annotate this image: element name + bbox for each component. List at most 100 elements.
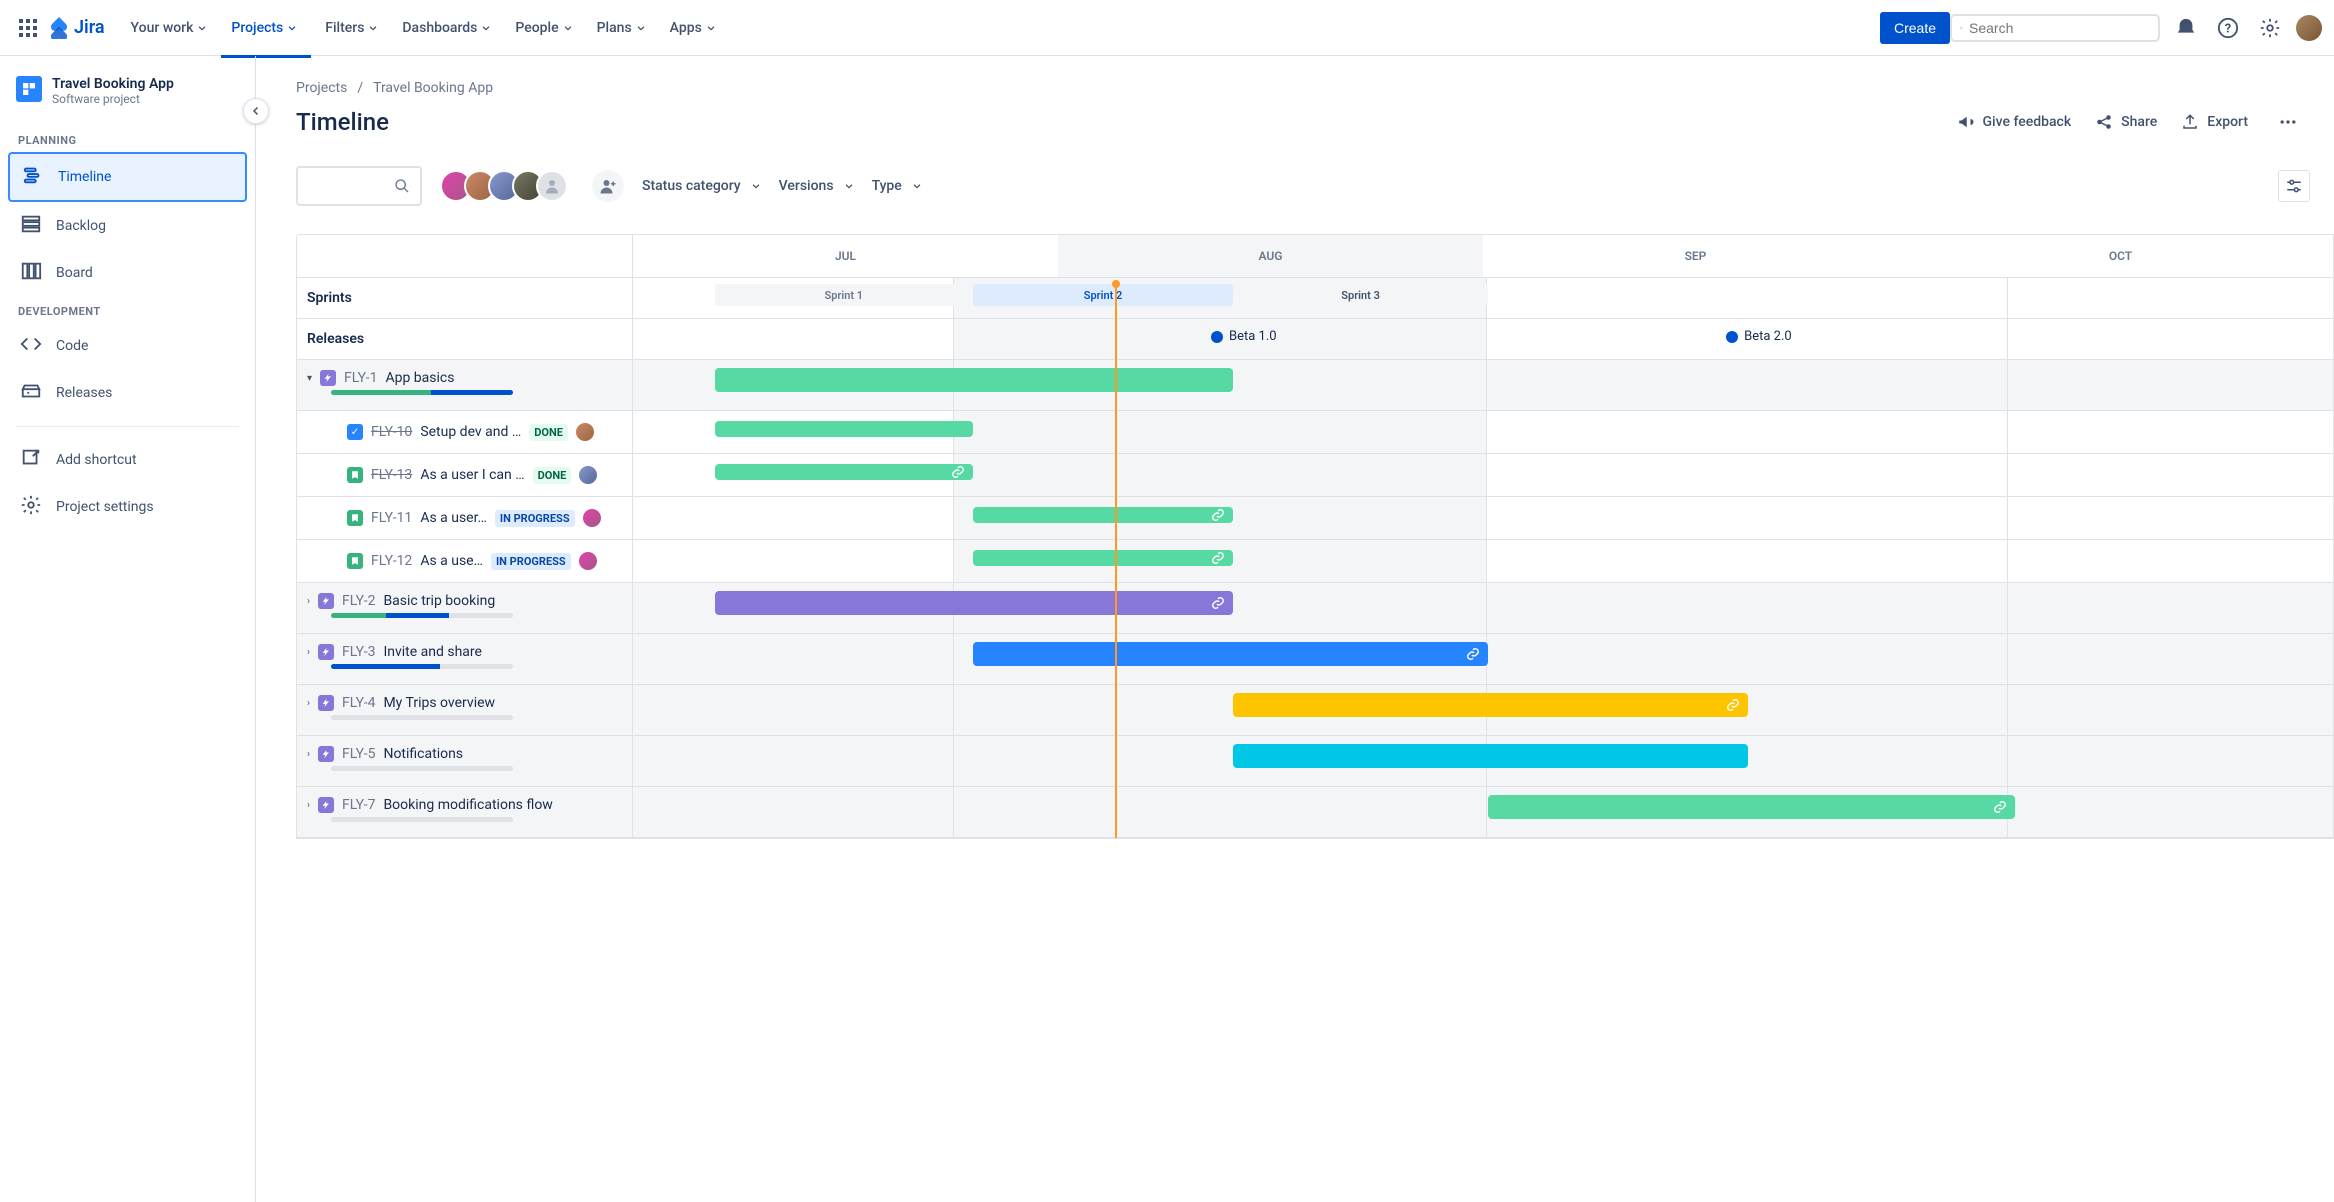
issue-title[interactable]: My Trips overview xyxy=(383,695,495,711)
view-settings-button[interactable] xyxy=(2278,170,2310,202)
nav-your-work[interactable]: Your work xyxy=(121,14,218,42)
versions-filter[interactable]: Versions xyxy=(779,178,854,194)
project-header[interactable]: Travel Booking App Software project xyxy=(8,76,247,126)
sliders-icon xyxy=(2285,177,2303,195)
sprint-pill[interactable]: Sprint 2 xyxy=(973,284,1233,306)
nav-filters[interactable]: Filters xyxy=(315,14,388,42)
epic-icon xyxy=(318,644,334,660)
epic-bar[interactable] xyxy=(1233,744,1748,768)
breadcrumb-projects[interactable]: Projects xyxy=(296,80,347,96)
sidebar-item-add-shortcut[interactable]: Add shortcut xyxy=(8,437,247,483)
sprints-row: Sprints Sprint 1Sprint 2Sprint 3 xyxy=(297,278,2333,319)
notifications-icon[interactable] xyxy=(2170,12,2202,44)
give-feedback-button[interactable]: Give feedback xyxy=(1957,113,2072,131)
global-search-input[interactable] xyxy=(1969,20,2150,36)
epic-bar[interactable] xyxy=(1233,693,1748,717)
sidebar-item-releases[interactable]: Releases xyxy=(8,370,247,416)
main-content: Projects / Travel Booking App Timeline G… xyxy=(256,56,2334,1202)
sidebar-item-timeline[interactable]: Timeline xyxy=(8,152,247,202)
issue-key[interactable]: FLY-4 xyxy=(342,695,375,711)
expand-toggle[interactable]: › xyxy=(307,596,310,607)
unassigned-avatar[interactable] xyxy=(536,170,568,202)
expand-toggle[interactable]: › xyxy=(307,647,310,658)
releases-icon xyxy=(20,380,42,406)
nav-plans[interactable]: Plans xyxy=(587,14,656,42)
sidebar-collapse-button[interactable] xyxy=(243,98,269,124)
assignee-avatar[interactable] xyxy=(576,423,594,441)
assignee-avatar[interactable] xyxy=(579,552,597,570)
epic-icon xyxy=(318,797,334,813)
issue-title[interactable]: Basic trip booking xyxy=(383,593,495,609)
issue-bar[interactable] xyxy=(715,464,973,480)
issue-title[interactable]: As a use… xyxy=(420,553,483,569)
sidebar: Travel Booking App Software project PLAN… xyxy=(0,56,256,1202)
add-person-icon xyxy=(599,177,617,195)
issue-key[interactable]: FLY-11 xyxy=(371,510,412,526)
release-dot-icon xyxy=(1726,331,1738,343)
issue-title[interactable]: Setup dev and … xyxy=(420,424,521,440)
assignee-avatar[interactable] xyxy=(579,466,597,484)
epic-bar[interactable] xyxy=(715,591,1234,615)
expand-toggle[interactable]: › xyxy=(307,749,310,760)
epic-progress xyxy=(331,664,513,669)
issue-key[interactable]: FLY-10 xyxy=(371,424,412,440)
epic-progress xyxy=(331,817,513,822)
add-person-button[interactable] xyxy=(592,170,624,202)
release-marker[interactable]: Beta 1.0 xyxy=(1211,329,1277,344)
issue-title[interactable]: As a user… xyxy=(420,510,487,526)
issue-key[interactable]: FLY-7 xyxy=(342,797,375,813)
global-search[interactable] xyxy=(1950,14,2160,42)
epic-bar[interactable] xyxy=(715,368,1234,392)
epic-row: › FLY-5 Notifications xyxy=(297,736,2333,787)
sprint-pill[interactable]: Sprint 3 xyxy=(1233,284,1488,306)
month-aug: AUG xyxy=(1058,235,1483,277)
jira-logo[interactable]: Jira xyxy=(48,17,105,39)
expand-toggle[interactable]: › xyxy=(307,800,310,811)
issue-key[interactable]: FLY-1 xyxy=(344,370,377,386)
issue-title[interactable]: Notifications xyxy=(383,746,463,762)
help-icon[interactable]: ? xyxy=(2212,12,2244,44)
link-icon xyxy=(1993,800,2007,814)
sidebar-item-board[interactable]: Board xyxy=(8,250,247,296)
user-avatar[interactable] xyxy=(2296,15,2322,41)
sidebar-item-backlog[interactable]: Backlog xyxy=(8,203,247,249)
settings-icon[interactable] xyxy=(2254,12,2286,44)
issue-title[interactable]: Invite and share xyxy=(383,644,482,660)
nav-apps[interactable]: Apps xyxy=(660,14,726,42)
status-category-filter[interactable]: Status category xyxy=(642,178,761,194)
issue-title[interactable]: As a user I can … xyxy=(420,467,524,483)
expand-toggle[interactable]: ▾ xyxy=(307,373,312,384)
issue-key[interactable]: FLY-5 xyxy=(342,746,375,762)
app-switcher-icon[interactable] xyxy=(12,12,44,44)
more-actions-button[interactable] xyxy=(2272,106,2304,138)
assignee-avatar[interactable] xyxy=(583,509,601,527)
nav-dashboards[interactable]: Dashboards xyxy=(392,14,501,42)
issue-bar[interactable] xyxy=(973,507,1233,523)
share-button[interactable]: Share xyxy=(2095,113,2157,131)
sidebar-item-code[interactable]: Code xyxy=(8,323,247,369)
nav-projects[interactable]: Projects xyxy=(221,14,311,42)
epic-bar[interactable] xyxy=(1488,795,2015,819)
issue-key[interactable]: FLY-3 xyxy=(342,644,375,660)
type-filter[interactable]: Type xyxy=(872,178,922,194)
issue-key[interactable]: FLY-12 xyxy=(371,553,412,569)
expand-toggle[interactable]: › xyxy=(307,698,310,709)
create-button[interactable]: Create xyxy=(1880,12,1950,44)
nav-people[interactable]: People xyxy=(505,14,582,42)
epic-bar[interactable] xyxy=(973,642,1488,666)
issue-title[interactable]: App basics xyxy=(385,370,454,386)
breadcrumb-project[interactable]: Travel Booking App xyxy=(373,80,493,96)
issue-key[interactable]: FLY-2 xyxy=(342,593,375,609)
epic-row: › FLY-4 My Trips overview xyxy=(297,685,2333,736)
timeline-search[interactable] xyxy=(296,166,422,206)
avatar-stack[interactable] xyxy=(440,170,568,202)
release-marker[interactable]: Beta 2.0 xyxy=(1726,329,1792,344)
sidebar-item-project-settings[interactable]: Project settings xyxy=(8,484,247,530)
issue-bar[interactable] xyxy=(973,550,1233,566)
export-button[interactable]: Export xyxy=(2181,113,2248,131)
sprint-pill[interactable]: Sprint 1 xyxy=(715,284,973,306)
issue-key[interactable]: FLY-13 xyxy=(371,467,412,483)
month-header-row: JULAUGSEPOCT xyxy=(297,235,2333,278)
issue-title[interactable]: Booking modifications flow xyxy=(383,797,552,813)
issue-bar[interactable] xyxy=(715,421,973,437)
